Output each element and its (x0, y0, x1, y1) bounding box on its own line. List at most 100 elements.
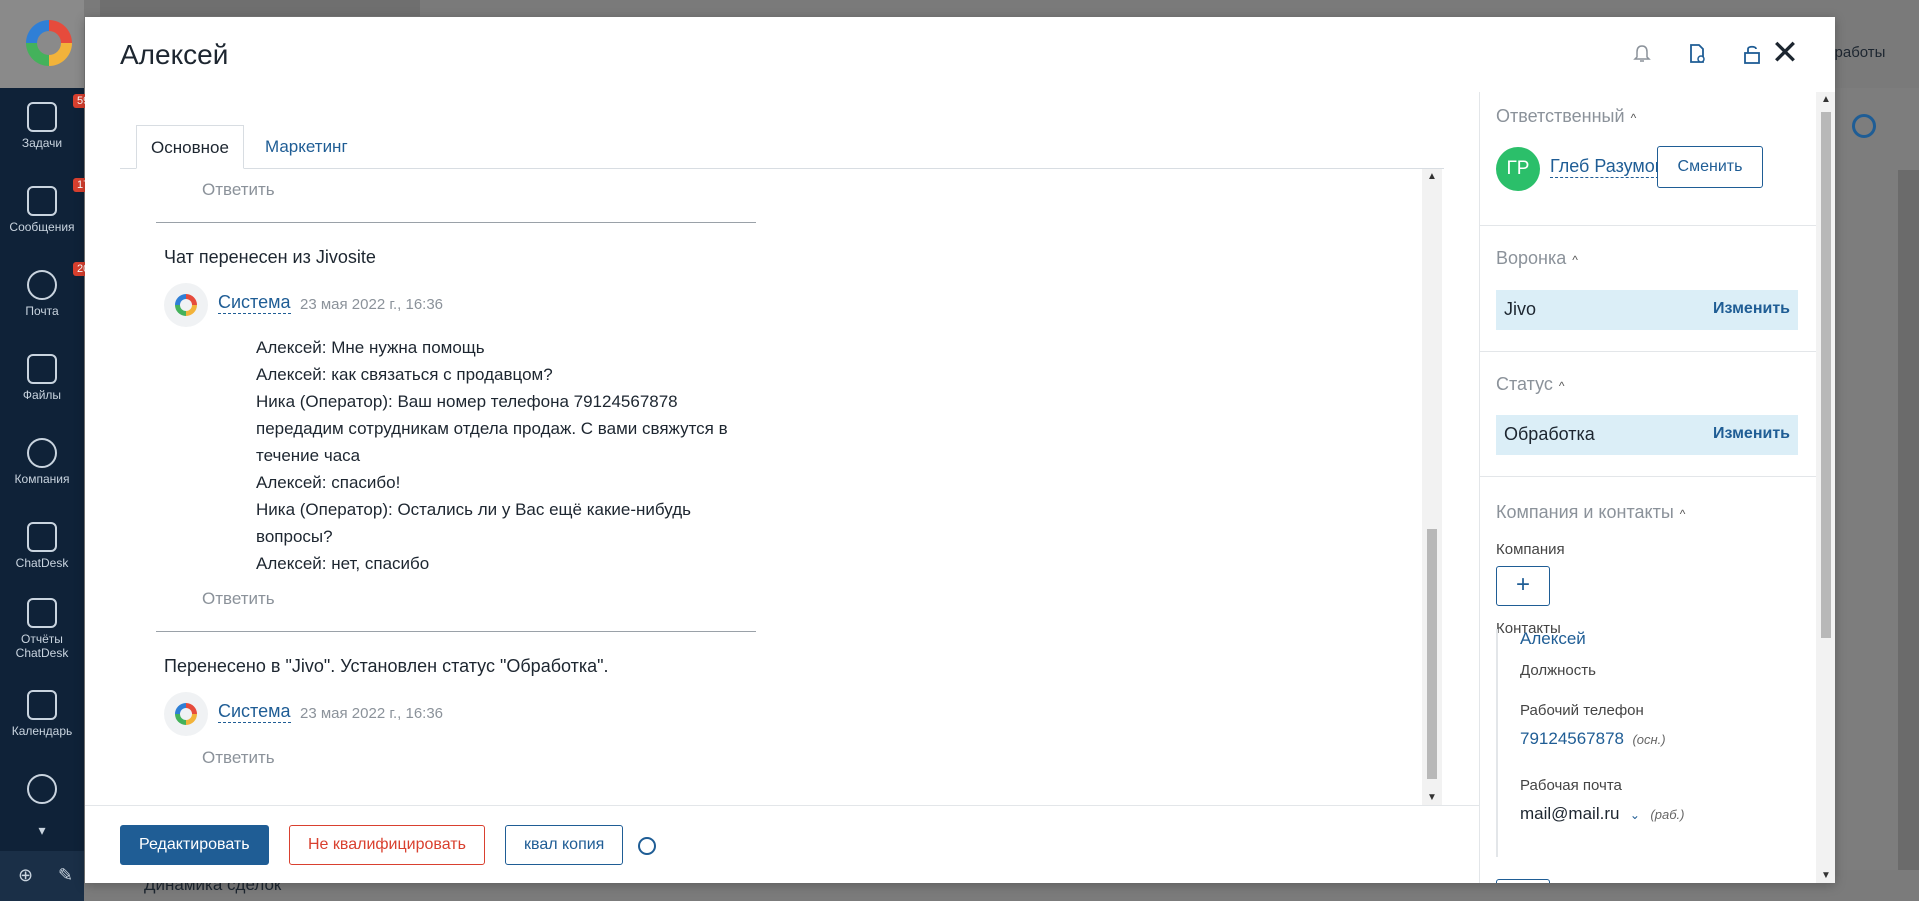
responsible-header[interactable]: Ответственный ^ (1496, 106, 1636, 127)
sidebar-expand-chevron-icon[interactable]: ▾ (0, 822, 84, 839)
sidebar-item-tasks[interactable]: 59 Задачи (0, 102, 84, 150)
lock-icon[interactable] (1740, 42, 1764, 66)
edit-button[interactable]: Редактировать (120, 825, 269, 865)
work-phone-link[interactable]: 79124567878 (1520, 729, 1624, 748)
background-tab (100, 0, 420, 16)
work-email-row: mail@mail.ru ⌄ (раб.) (1520, 804, 1684, 824)
author-link[interactable]: Система (218, 701, 291, 723)
system-logo-icon (175, 294, 197, 316)
divider (156, 222, 756, 223)
chat-line: Алексей: Мне нужна помощь (256, 334, 756, 361)
contacts-header[interactable]: Компания и контакты^ (1496, 502, 1685, 523)
change-responsible-button[interactable]: Сменить (1657, 146, 1763, 188)
work-phone-row: 79124567878 (осн.) (1520, 729, 1666, 749)
sidebar-item-label: Файлы (0, 388, 84, 402)
scroll-down-icon[interactable]: ▼ (1427, 792, 1437, 803)
chevron-up-icon: ^ (1631, 111, 1637, 125)
chevron-down-icon[interactable]: ⌄ (1630, 808, 1640, 822)
gear-icon[interactable] (638, 837, 656, 855)
sidebar-item-reports[interactable]: Отчёты ChatDesk (0, 598, 84, 660)
chevron-up-icon: ^ (1680, 507, 1686, 521)
sidebar-item-label: Задачи (0, 136, 84, 150)
activity-feed: Ответить Чат перенесен из Jivosite Систе… (120, 169, 1444, 805)
main-sidebar: 59 Задачи 176 Сообщения 20 Почта Файлы К… (0, 0, 84, 901)
modal-footer: Редактировать Не квалифицировать квал ко… (85, 805, 1479, 883)
scrollbar-thumb[interactable] (1427, 529, 1437, 779)
disqualify-button[interactable]: Не квалифицировать (289, 825, 485, 865)
event-date: 23 мая 2022 г., 16:36 (300, 296, 443, 313)
change-funnel-link[interactable]: Изменить (1713, 300, 1790, 318)
responsible-name-link[interactable]: Глеб Разумов (1550, 156, 1664, 178)
logo-area (0, 0, 84, 88)
sidebar-item-settings[interactable] (0, 774, 84, 808)
sidebar-item-chatdesk[interactable]: ChatDesk (0, 522, 84, 570)
work-email-value[interactable]: mail@mail.ru (1520, 804, 1619, 823)
scroll-up-icon[interactable]: ▲ (1427, 171, 1437, 182)
add-circle-icon[interactable]: ⊕ (18, 865, 33, 886)
feed-scrollbar[interactable]: ▲ ▼ (1422, 169, 1442, 805)
chat-line: Алексей: спасибо! (256, 469, 756, 496)
sidebar-item-label: Компания (0, 472, 84, 486)
divider (156, 631, 756, 632)
scrollbar-thumb[interactable] (1821, 112, 1831, 638)
page-title: Алексей (120, 39, 228, 71)
tab-marketing[interactable]: Маркетинг (251, 125, 362, 169)
qual-copy-button[interactable]: квал копия (505, 825, 623, 865)
funnel-header[interactable]: Воронка ^ (1496, 248, 1578, 269)
reply-link[interactable]: Ответить (202, 589, 275, 609)
change-status-link[interactable]: Изменить (1713, 425, 1790, 443)
company-label: Компания (1496, 541, 1565, 558)
scroll-down-icon[interactable]: ▼ (1821, 870, 1831, 881)
sidebar-item-company[interactable]: Компания (0, 438, 84, 486)
add-company-button[interactable]: + (1496, 566, 1550, 606)
sidebar-item-mail[interactable]: 20 Почта (0, 270, 84, 318)
files-icon (27, 354, 57, 384)
wrench-icon[interactable]: ✎ (58, 865, 73, 886)
phone-tag: (осн.) (1632, 732, 1665, 747)
avatar (164, 283, 208, 327)
mail-icon: 20 (27, 270, 57, 300)
status-value: Обработка (1504, 424, 1595, 445)
app-logo-icon[interactable] (26, 20, 72, 66)
section-title: Ответственный (1496, 106, 1625, 126)
funnel-value-box: Jivo Изменить (1496, 290, 1798, 330)
messages-icon: 176 (27, 186, 57, 216)
tab-main[interactable]: Основное (136, 125, 244, 169)
lead-modal: Алексей ✕ Основное Маркетинг Ответить Ча… (85, 17, 1835, 883)
document-settings-icon[interactable] (1685, 42, 1709, 66)
event-date: 23 мая 2022 г., 16:36 (300, 705, 443, 722)
sidebar-item-calendar[interactable]: Календарь (0, 690, 84, 738)
work-email-label: Рабочая почта (1520, 777, 1622, 794)
status-value-box: Обработка Изменить (1496, 415, 1798, 455)
sidebar-item-label: ChatDesk (0, 556, 84, 570)
contact-name-link[interactable]: Алексей (1520, 629, 1586, 649)
avatar (164, 692, 208, 736)
contact-card: Алексей Должность Рабочий телефон 791245… (1496, 629, 1796, 857)
scroll-up-icon[interactable]: ▲ (1821, 94, 1831, 105)
company-icon (27, 438, 57, 468)
right-panel-scrollbar[interactable]: ▲ ▼ (1816, 92, 1835, 883)
reply-link[interactable]: Ответить (202, 180, 275, 200)
chat-line: Ника (Оператор): Ваш номер телефона 7912… (256, 388, 756, 469)
chat-icon (27, 522, 57, 552)
close-icon[interactable]: ✕ (1770, 39, 1800, 69)
event-title: Чат перенесен из Jivosite (164, 247, 376, 268)
status-header[interactable]: Статус^ (1496, 374, 1565, 395)
sidebar-item-messages[interactable]: 176 Сообщения (0, 186, 84, 234)
reply-link[interactable]: Ответить (202, 748, 275, 768)
chat-line: Алексей: как связаться с продавцом? (256, 361, 756, 388)
background-gear-icon (1852, 114, 1876, 138)
bell-icon[interactable] (1630, 42, 1654, 66)
responsible-section: Ответственный^ ГР Глеб Разумов Сменить (1480, 92, 1816, 226)
sidebar-item-files[interactable]: Файлы (0, 354, 84, 402)
section-title: Воронка (1496, 248, 1566, 268)
sidebar-bottom-bar: ⊕ ✎ (0, 851, 84, 901)
chat-line: Ника (Оператор): Остались ли у Вас ещё к… (256, 496, 756, 550)
funnel-section: Воронка ^ Jivo Изменить (1480, 226, 1816, 352)
chevron-up-icon: ^ (1572, 253, 1578, 267)
background-scrollbar (1898, 170, 1919, 900)
add-contact-button[interactable]: + (1496, 879, 1550, 883)
sidebar-item-label: Сообщения (0, 220, 84, 234)
work-phone-label: Рабочий телефон (1520, 702, 1644, 719)
author-link[interactable]: Система (218, 292, 291, 314)
